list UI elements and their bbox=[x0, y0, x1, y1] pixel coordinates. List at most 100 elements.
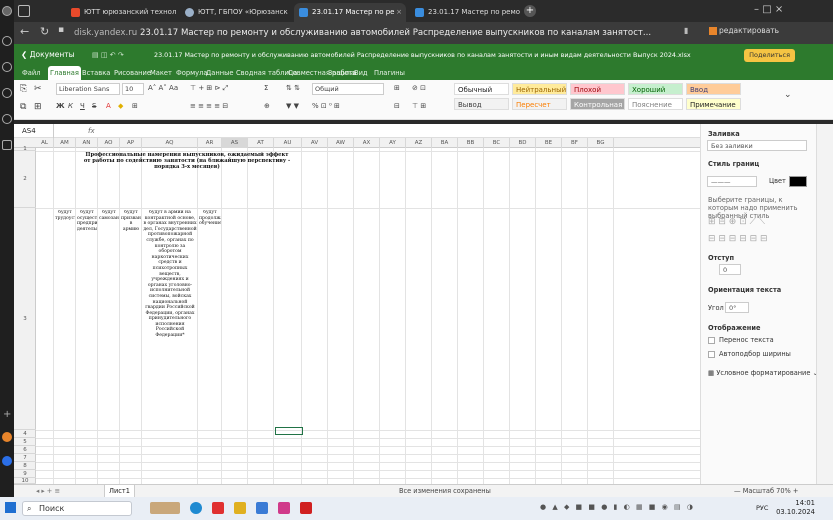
app-icon[interactable] bbox=[300, 502, 312, 514]
format-icon[interactable]: ⊤ ⊞ bbox=[412, 102, 426, 110]
sort-icons[interactable]: ⇅ ⇅ bbox=[286, 84, 300, 92]
menu-4[interactable]: Макет bbox=[148, 66, 174, 80]
column-header[interactable]: AW bbox=[328, 138, 354, 148]
redo-icon[interactable]: ↷ bbox=[118, 51, 124, 59]
cell-reference-box[interactable]: AS4 bbox=[20, 124, 54, 138]
italic-button[interactable]: К bbox=[68, 102, 73, 110]
column-header[interactable]: BF bbox=[562, 138, 588, 148]
cell-style-1[interactable]: Нейтральный bbox=[512, 83, 567, 95]
column-header[interactable]: AM bbox=[54, 138, 76, 148]
collections-icon[interactable] bbox=[2, 62, 12, 72]
cut-icon[interactable]: ✂ bbox=[34, 84, 42, 94]
widget-icon[interactable] bbox=[150, 502, 180, 514]
row-header[interactable]: 7 bbox=[14, 454, 36, 462]
column-header[interactable]: AT bbox=[248, 138, 274, 148]
number-format-icons[interactable]: % ⊡ ⁰ ⊞ bbox=[312, 102, 340, 110]
row-header[interactable]: 8 bbox=[14, 462, 36, 470]
start-icon[interactable] bbox=[5, 502, 16, 513]
row-header[interactable]: 6 bbox=[14, 446, 36, 454]
minimize-icon[interactable]: – bbox=[754, 4, 759, 15]
row-header[interactable]: 2 bbox=[14, 151, 36, 208]
app-icon[interactable] bbox=[2, 432, 12, 442]
menu-6[interactable]: Данные bbox=[204, 66, 235, 80]
font-size-buttons[interactable]: A˄ A˅ Aa bbox=[148, 84, 178, 92]
maximize-icon[interactable]: □ bbox=[762, 4, 771, 15]
undo-icon[interactable]: ↶ bbox=[110, 51, 116, 59]
menu-0[interactable]: Файл bbox=[20, 66, 42, 80]
column-header[interactable]: AN bbox=[76, 138, 98, 148]
menu-10[interactable]: Вид bbox=[352, 66, 370, 80]
browser-tab[interactable]: 23.01.17 Мастер по ремо bbox=[410, 3, 520, 22]
app-icon[interactable] bbox=[278, 502, 290, 514]
row-header[interactable]: 5 bbox=[14, 438, 36, 446]
column-header[interactable]: AQ bbox=[142, 138, 198, 148]
column-header[interactable]: BA bbox=[432, 138, 458, 148]
conditional-formatting-button[interactable]: ▦ Условное форматирование ⌄ bbox=[708, 369, 818, 377]
column-header[interactable]: AL bbox=[36, 138, 54, 148]
column-title-cell[interactable]: будут самозанятыми bbox=[99, 210, 119, 425]
screenshot-icon[interactable] bbox=[2, 140, 12, 150]
paste-icon[interactable]: ⎘ bbox=[20, 84, 27, 94]
copy-icon[interactable]: ⧉ bbox=[20, 102, 26, 112]
merged-title-cell[interactable]: Профессиональные намерения выпускников, … bbox=[82, 152, 292, 192]
chevron-down-icon[interactable]: ⌄ bbox=[784, 90, 792, 100]
clear-icon[interactable]: ⊘ ⊡ bbox=[412, 84, 426, 92]
column-header[interactable]: BC bbox=[484, 138, 510, 148]
font-size-select[interactable]: 10 bbox=[122, 83, 144, 95]
column-header[interactable]: BE bbox=[536, 138, 562, 148]
font-color-icon[interactable]: A bbox=[106, 102, 111, 110]
angle-input[interactable]: 0° bbox=[725, 302, 749, 313]
cell-style-3[interactable]: Хороший bbox=[628, 83, 683, 95]
cell-style-7[interactable]: Контрольная я bbox=[570, 98, 625, 110]
save-icon[interactable]: ◫ bbox=[101, 51, 108, 59]
browser-tab[interactable]: ЮТТ юрюзанский технол bbox=[66, 3, 176, 22]
column-header[interactable]: BG bbox=[588, 138, 614, 148]
share-button[interactable]: Поделиться bbox=[744, 49, 795, 62]
explorer-icon[interactable] bbox=[234, 502, 246, 514]
column-title-cell[interactable]: будут осуществлять предпринимательскую д… bbox=[77, 210, 97, 425]
language-indicator[interactable]: РУС bbox=[756, 504, 768, 512]
cell-style-0[interactable]: Обычный bbox=[454, 83, 509, 95]
fx-icon[interactable]: fx bbox=[88, 124, 95, 138]
new-tab-button[interactable]: + bbox=[524, 5, 536, 17]
wrap-checkbox[interactable] bbox=[708, 337, 715, 344]
browser-tab[interactable]: ЮТТ, ГБПОУ «Юрюзанск bbox=[180, 3, 290, 22]
column-header[interactable]: AO bbox=[98, 138, 120, 148]
column-header[interactable]: AX bbox=[354, 138, 380, 148]
history-icon[interactable] bbox=[2, 36, 12, 46]
menu-2[interactable]: Вставка bbox=[80, 66, 112, 80]
docs-link[interactable]: ❮ Документы bbox=[21, 44, 75, 66]
sheet-nav-icons[interactable]: ◂ ▸ + ≡ bbox=[36, 485, 60, 497]
avatar-icon[interactable] bbox=[2, 6, 12, 16]
column-header[interactable]: BD bbox=[510, 138, 536, 148]
delete-cells-icon[interactable]: ⊟ bbox=[394, 102, 400, 110]
border-buttons[interactable]: ⊞ ⊟ ⊕ ⊡ ⟋ ⟍ bbox=[708, 217, 765, 227]
cell-style-6[interactable]: Пересчет bbox=[512, 98, 567, 110]
tray-icons[interactable]: ● ▲ ◆ ■ ■ ● ▮ ◐ ▦ ■ ◉ ▤ ◑ bbox=[540, 503, 695, 511]
number-format-select[interactable]: Общий bbox=[312, 83, 384, 95]
app-icon[interactable] bbox=[2, 456, 12, 466]
fill-color-icon[interactable]: ◆ bbox=[118, 102, 123, 110]
taskbar-search[interactable]: ⌕ Поиск bbox=[22, 501, 132, 516]
column-header[interactable]: AY bbox=[380, 138, 406, 148]
menu-3[interactable]: Рисование bbox=[112, 66, 153, 80]
column-header[interactable]: BB bbox=[458, 138, 484, 148]
row-header[interactable]: 4 bbox=[14, 430, 36, 438]
underline-button[interactable]: Ч bbox=[80, 102, 85, 110]
border-style-select[interactable]: ——— bbox=[707, 176, 757, 187]
print-icon[interactable]: ▤ bbox=[92, 51, 99, 59]
border-color-picker[interactable] bbox=[789, 176, 807, 187]
clock[interactable]: 14:01 03.10.2024 bbox=[776, 499, 815, 517]
menu-1[interactable]: Главная bbox=[48, 66, 81, 80]
column-header[interactable]: AZ bbox=[406, 138, 432, 148]
filter-icons[interactable]: ▼ ▼ bbox=[286, 102, 299, 110]
bookmark-icon[interactable]: ▮ bbox=[684, 26, 688, 35]
row-header[interactable]: 3 bbox=[14, 208, 36, 430]
url-field[interactable]: disk.yandex.ru 23.01.17 Мастер по ремонт… bbox=[74, 25, 694, 41]
column-title-cell[interactable]: будут трудоустроены bbox=[55, 210, 75, 425]
downloads-icon[interactable] bbox=[2, 88, 12, 98]
add-icon[interactable]: + bbox=[3, 410, 12, 420]
column-header[interactable]: AV bbox=[302, 138, 328, 148]
borders-icon[interactable]: ⊞ bbox=[132, 102, 138, 110]
browser-tab-active[interactable]: 23.01.17 Мастер по ре × bbox=[294, 3, 406, 22]
